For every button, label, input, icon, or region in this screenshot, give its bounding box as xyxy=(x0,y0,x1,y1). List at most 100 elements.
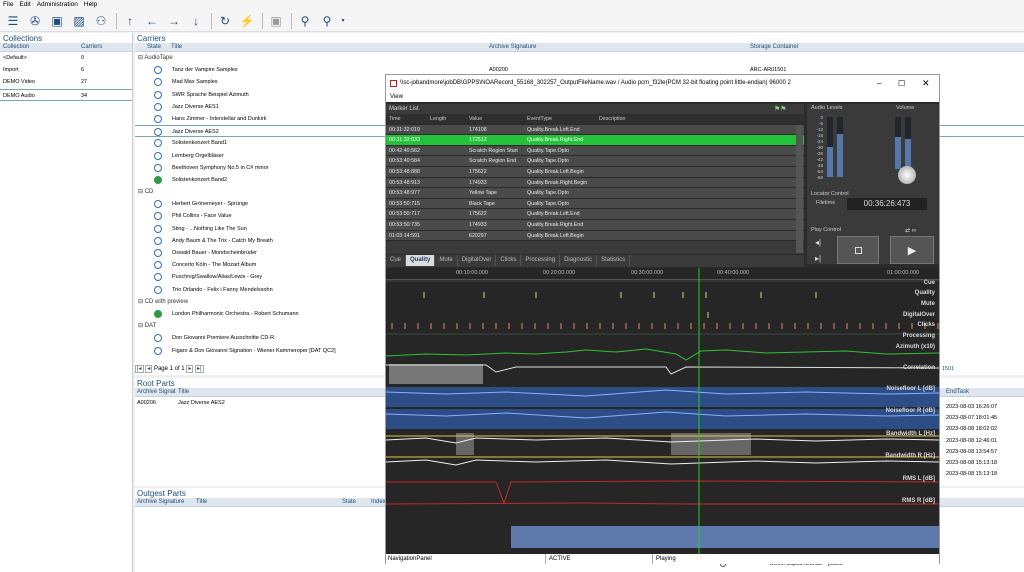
collection-row[interactable]: DEMO Video 27 xyxy=(0,76,132,88)
collection-count: 34 xyxy=(81,92,88,99)
arrow-right-icon[interactable]: → xyxy=(164,12,184,30)
stop-button[interactable] xyxy=(837,236,879,264)
marker-row[interactable]: 01:03:14:591 620297 Quality.Break.Left.Beg… xyxy=(386,230,804,242)
sync-status-icon xyxy=(154,128,162,137)
collapse-icon[interactable]: ⊟ xyxy=(138,189,145,195)
tab-quality[interactable]: Quality xyxy=(406,255,436,266)
endtask-cell: 2023-08-07 18:01:45 xyxy=(946,415,998,422)
col-archive-signature[interactable]: Archive Signature xyxy=(137,498,184,507)
play-button[interactable]: ▶ xyxy=(890,236,934,264)
collapse-icon[interactable]: ⊟ xyxy=(138,323,145,329)
col-state[interactable]: State xyxy=(147,43,161,52)
skip-forward-button[interactable]: ▸| xyxy=(815,254,821,263)
marker-row[interactable]: 00:53:50:735 174933 Quality.Break.Right.En… xyxy=(386,219,804,231)
marker-row[interactable]: 00:42:40:562 Scratch Region Start Quality.… xyxy=(386,145,804,157)
minimize-button[interactable]: – xyxy=(877,75,881,92)
endtask-cell: 2023-08-08 18:02:02 xyxy=(946,426,998,433)
app-icon xyxy=(390,80,397,87)
col-eventtype[interactable]: EventType xyxy=(524,114,596,124)
close-button[interactable]: ✕ xyxy=(922,75,930,92)
media-icon[interactable]: ▣ xyxy=(47,12,67,30)
marker-row[interactable]: 00:53:48:888 175622 Quality.Break.Left.Beg… xyxy=(386,166,804,178)
collection-row[interactable]: DEMO Audio 34 xyxy=(0,88,132,101)
tab-clicks[interactable]: Clicks xyxy=(496,255,522,266)
tab-digitalover[interactable]: DigitalOver xyxy=(458,255,497,266)
marker-scrollbar[interactable] xyxy=(796,125,803,253)
marker-cell xyxy=(427,231,466,241)
col-length[interactable]: Length xyxy=(427,114,466,124)
stop-icon[interactable]: ▣ xyxy=(266,12,286,30)
collapse-icon[interactable]: ⊟ xyxy=(138,299,145,305)
sync-status-icon xyxy=(154,151,162,160)
arrow-up-icon[interactable]: ↑ xyxy=(120,12,140,30)
marker-row[interactable]: 00:53:50:717 175622 Quality.Break.Left.End xyxy=(386,209,804,220)
filetime-display: 00:36:26:473 xyxy=(847,198,927,210)
reel-icon[interactable]: ✇ xyxy=(25,12,45,30)
menu-file[interactable]: File xyxy=(0,0,16,9)
col-value[interactable]: Value xyxy=(466,114,524,124)
col-storage-container[interactable]: Storage Container xyxy=(750,43,799,52)
marker-row[interactable]: 00:53:40:584 Scratch Region End Quality.Ta… xyxy=(386,156,804,167)
collections-title: Collections xyxy=(3,34,43,43)
col-title[interactable]: Title xyxy=(178,388,189,397)
col-title[interactable]: Title xyxy=(196,498,207,507)
marker-cell: Quality.Tape.Opto xyxy=(527,147,570,154)
col-index[interactable]: Index xyxy=(371,498,386,507)
tab-statistics[interactable]: Statistics xyxy=(597,255,631,266)
menu-help[interactable]: Help xyxy=(81,0,100,9)
tab-cue[interactable]: Cue xyxy=(386,255,407,266)
col-endtask[interactable]: EndTask xyxy=(946,388,969,397)
next-page-button[interactable]: ▸ xyxy=(186,365,194,373)
marker-row[interactable]: 00:31:32:019 174108 Quality.Break.Left.End xyxy=(386,124,804,136)
marker-row[interactable]: 00:53:50:715 Black Tape Quality.Tape.Opto xyxy=(386,198,804,210)
group-name: CD with preview xyxy=(144,298,189,305)
collection-row[interactable]: Import 6 xyxy=(0,64,132,76)
zoom-in-icon[interactable]: ⚲ xyxy=(317,12,337,30)
collection-count: 27 xyxy=(81,79,88,86)
volume-knob[interactable] xyxy=(898,166,916,184)
tab-processing[interactable]: Processing xyxy=(521,255,561,266)
collection-name: DEMO Audio xyxy=(3,92,35,99)
col-title[interactable]: Title xyxy=(171,43,182,52)
lightning-icon[interactable]: ⚡ xyxy=(237,12,257,30)
tab-mute[interactable]: Mute xyxy=(435,255,458,266)
maximize-button[interactable]: ☐ xyxy=(898,75,905,92)
menu-administration[interactable]: Administration xyxy=(34,0,81,9)
marker-row[interactable]: 00:31:32:033 172512 Quality.Break.Right.En… xyxy=(386,135,804,146)
archive-signature: A00206 xyxy=(137,400,156,406)
level-tick-label: -60 xyxy=(816,175,823,180)
col-collection[interactable]: Collection xyxy=(3,43,29,52)
image-icon[interactable]: ▨ xyxy=(69,12,89,30)
col-time[interactable]: Time xyxy=(386,114,427,124)
refresh-icon[interactable]: ↻ xyxy=(215,12,235,30)
col-archive-signat[interactable]: Archive Signat xyxy=(137,388,176,397)
col-state[interactable]: State xyxy=(342,498,356,507)
arrow-left-icon[interactable]: ← xyxy=(142,12,162,30)
arrow-down-icon[interactable]: ↓ xyxy=(186,12,206,30)
prev-page-button[interactable]: ◂ xyxy=(145,365,153,373)
user-icon[interactable]: ⚇ xyxy=(91,12,111,30)
skip-back-button[interactable]: ◂| xyxy=(815,238,821,247)
col-carriers[interactable]: Carriers xyxy=(81,43,102,52)
col-archive-signature[interactable]: Archive Signature xyxy=(489,43,536,52)
hamburger-icon[interactable]: ☰ xyxy=(3,12,23,30)
marker-row[interactable]: 00:53:48:977 Yellow Tape Quality.Tape.Opto xyxy=(386,188,804,199)
marker-row[interactable]: 00:53:48:913 174933 Quality.Break.Right.Be… xyxy=(386,177,804,189)
marker-tools-icon[interactable]: ⚑⚑ xyxy=(774,105,787,113)
marker-cell xyxy=(427,125,466,135)
menu-edit[interactable]: Edit xyxy=(16,0,33,9)
menu-view[interactable]: View xyxy=(390,94,403,100)
collection-row[interactable]: <Default> 0 xyxy=(0,52,132,64)
last-page-button[interactable]: ▸| xyxy=(195,365,204,373)
tab-diagnostic[interactable]: Diagnostic xyxy=(560,255,598,266)
collections-panel: Collections Collection Carriers <Default… xyxy=(0,33,133,572)
group-header[interactable]: ⊟ AudioTape xyxy=(135,52,1024,64)
loop-icon[interactable]: ⇄ ∞ xyxy=(905,227,916,234)
sync-status-icon xyxy=(154,285,162,294)
first-page-button[interactable]: |◂ xyxy=(135,365,144,373)
zoom-out-icon[interactable]: ⚲ xyxy=(295,12,315,30)
col-description[interactable]: Description xyxy=(596,114,776,124)
audio-levels-title: Audio Levels xyxy=(811,105,843,111)
dropdown-arrow-icon[interactable]: ▾ xyxy=(339,12,347,30)
lane-label: Quality xyxy=(914,290,935,296)
